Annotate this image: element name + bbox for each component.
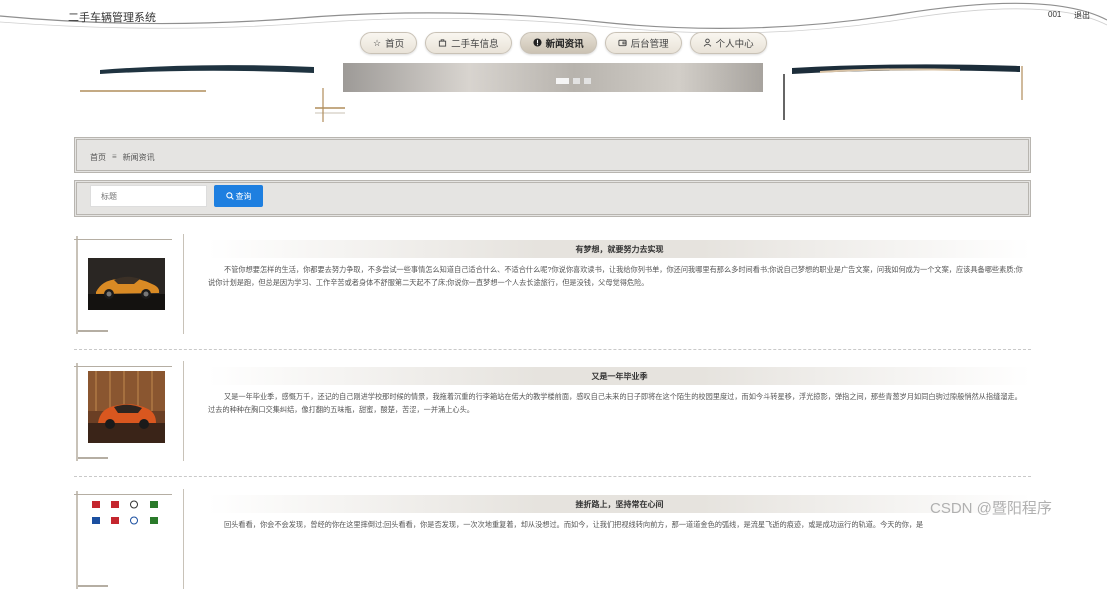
banner-decoration-right	[780, 60, 1030, 126]
news-content: 又是一年毕业季，感慨万千，还记的自己刚进学校那时候的情景，我拖着沉重的行李箱站在…	[208, 392, 1022, 414]
breadcrumb-separator-icon: ≡	[112, 152, 117, 161]
news-thumbnail-orange-suv[interactable]	[88, 371, 165, 443]
search-icon	[225, 192, 234, 200]
news-divider	[74, 476, 1031, 477]
header-wave-decoration	[0, 0, 1107, 34]
nav-item-label: 后台管理	[630, 39, 669, 50]
main-nav: ☆ 首页 二手车信息 新闻资讯 后台管理 个人中心	[360, 32, 767, 54]
news-thumbnail-car-logos[interactable]	[88, 497, 165, 537]
news-title[interactable]: 有梦想，就要努力去实现	[208, 244, 1031, 255]
frame-line	[183, 234, 184, 334]
news-thumb-frame	[74, 489, 184, 589]
news-item[interactable]: 有梦想，就要努力去实现 不管你想要怎样的生活，你都要去努力争取，不多尝试一些事情…	[74, 234, 1031, 356]
top-header: 二手车辆管理系统 001 退出	[0, 0, 1107, 34]
user-icon	[703, 38, 712, 49]
frame-line	[183, 489, 184, 589]
news-content: 不管你想要怎样的生活，你都要去努力争取，不多尝试一些事情怎么知道自己适合什么、不…	[208, 265, 1023, 287]
app-title: 二手车辆管理系统	[68, 12, 156, 24]
bag-icon	[438, 38, 447, 49]
news-title-bar: 有梦想，就要努力去实现	[208, 240, 1031, 258]
news-title[interactable]: 挫折路上，坚持常在心间	[208, 499, 1031, 510]
breadcrumb-home[interactable]: 首页	[90, 152, 106, 163]
wallet-icon	[618, 38, 627, 49]
search-button[interactable]: 查询	[214, 185, 263, 207]
search-input[interactable]	[90, 185, 207, 207]
nav-item-label: 个人中心	[715, 39, 754, 50]
banner-dot[interactable]	[573, 78, 580, 84]
news-title[interactable]: 又是一年毕业季	[208, 371, 1031, 382]
news-title-bar: 又是一年毕业季	[208, 367, 1031, 385]
news-content: 回头看看，你会不会发现，曾经的你在这里摔倒过;回头看看，你是否发现，一次次地重复…	[224, 520, 924, 529]
nav-item-used-cars[interactable]: 二手车信息	[425, 32, 512, 54]
info-icon	[533, 37, 542, 49]
banner-pagination	[556, 78, 591, 84]
breadcrumb-panel: 首页 ≡ 新闻资讯	[74, 137, 1031, 173]
logout-link[interactable]: 退出	[1074, 10, 1090, 21]
news-thumb-frame	[74, 361, 184, 461]
banner-dot[interactable]	[556, 78, 569, 84]
news-divider	[74, 349, 1031, 350]
nav-item-label: 首页	[385, 39, 405, 50]
nav-item-home[interactable]: ☆ 首页	[360, 32, 418, 54]
breadcrumb: 首页 ≡ 新闻资讯	[90, 152, 155, 163]
search-panel: 查询	[74, 180, 1031, 217]
breadcrumb-current: 新闻资讯	[122, 153, 155, 162]
nav-item-admin[interactable]: 后台管理	[604, 32, 682, 54]
news-thumbnail-orange-sports-car[interactable]	[88, 258, 165, 310]
username: 001	[1048, 10, 1062, 19]
search-button-label: 查询	[235, 191, 252, 201]
frame-line	[183, 361, 184, 461]
nav-item-label: 新闻资讯	[545, 39, 584, 50]
news-item[interactable]: 挫折路上，坚持常在心间 回头看看，你会不会发现，曾经的你在这里摔倒过;回头看看，…	[74, 489, 1031, 611]
news-thumb-frame	[74, 234, 184, 334]
banner-slide-image[interactable]	[343, 63, 763, 92]
banner-dot[interactable]	[584, 78, 591, 84]
news-title-bar: 挫折路上，坚持常在心间	[208, 495, 1031, 513]
news-item[interactable]: 又是一年毕业季 又是一年毕业季，感慨万千，还记的自己刚进学校那时候的情景，我拖着…	[74, 361, 1031, 483]
nav-item-profile[interactable]: 个人中心	[689, 32, 767, 54]
banner-decoration-left	[0, 60, 395, 126]
nav-item-news[interactable]: 新闻资讯	[519, 32, 597, 54]
csdn-watermark: CSDN @暨阳程序	[930, 500, 1052, 517]
star-icon: ☆	[373, 37, 382, 48]
nav-item-label: 二手车信息	[451, 39, 499, 50]
